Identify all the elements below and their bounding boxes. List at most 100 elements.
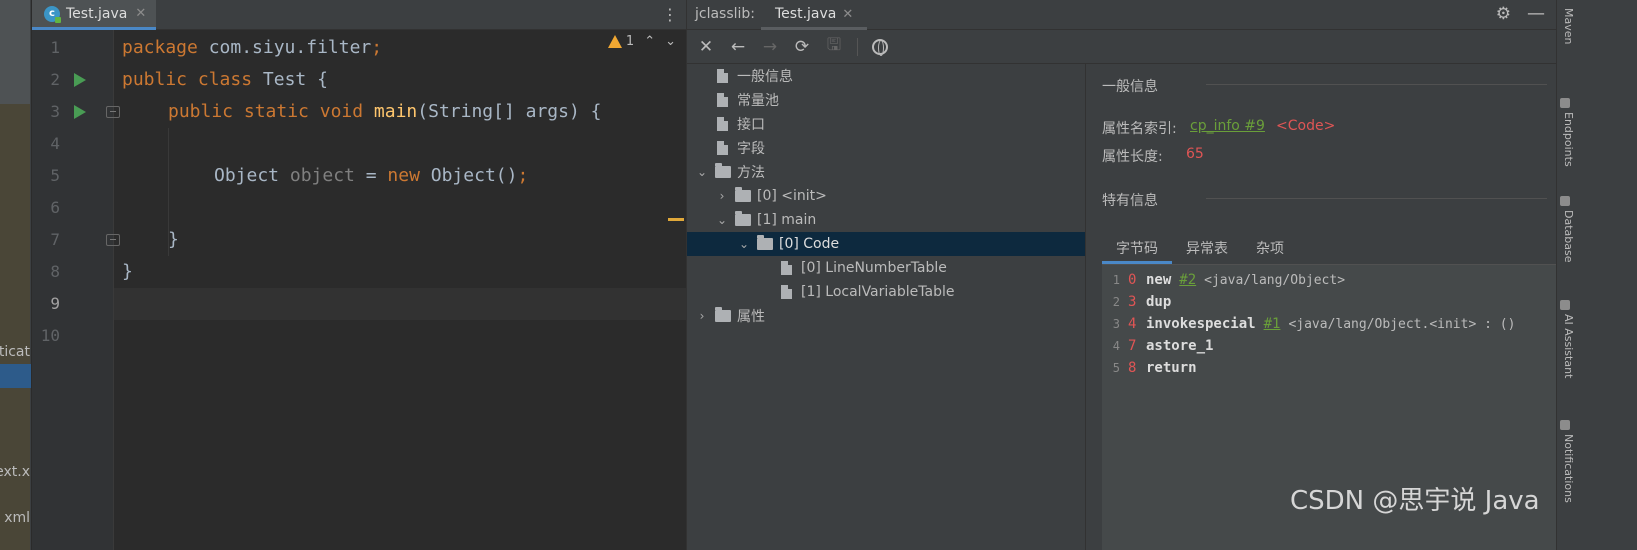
code-line-8: } <box>122 261 133 282</box>
tab-exception-table[interactable]: 异常表 <box>1172 234 1242 264</box>
forward-arrow-icon[interactable]: → <box>761 37 779 57</box>
strip-border <box>1556 0 1557 550</box>
section-divider <box>1206 198 1547 199</box>
project-file-label[interactable]: ticat <box>0 344 30 360</box>
constant-pool-link[interactable]: #2 <box>1179 272 1196 288</box>
more-options-icon[interactable]: ⋮ <box>662 5 678 25</box>
tool-window-title: jclasslib: <box>695 6 756 22</box>
tab-label: Test.java <box>66 5 128 22</box>
tab-misc[interactable]: 杂项 <box>1242 234 1298 264</box>
project-panel-selection[interactable] <box>0 364 31 388</box>
current-line-highlight <box>114 288 686 320</box>
code-line-3: public static void main(String[] args) { <box>168 101 602 122</box>
project-file-label[interactable]: ext.x <box>0 464 30 480</box>
code-editor: c Test.java ✕ ⋮ 1 2 3 4 5 6 7 8 9 10 pac… <box>32 0 686 550</box>
tab-jclasslib-test-java[interactable]: Test.java ✕ <box>761 0 868 30</box>
project-file-label[interactable]: xml <box>4 510 30 526</box>
project-panel-header <box>0 0 30 104</box>
database-icon[interactable] <box>1560 196 1570 206</box>
close-icon[interactable]: ✕ <box>842 7 853 22</box>
folder-icon <box>735 187 751 202</box>
tree-item-interfaces[interactable]: 接口 <box>697 112 765 136</box>
jclasslib-header: jclasslib: Test.java ✕ ⚙ — <box>687 0 1557 30</box>
section-divider <box>1206 84 1547 85</box>
class-structure-tree: 一般信息 常量池 接口 字段 ⌄ 方法 › [0] <init> ⌄ [1] main… <box>687 64 1085 550</box>
gear-icon[interactable]: ⚙ <box>1496 4 1511 24</box>
java-class-icon: c <box>44 5 61 23</box>
tree-item-constant-pool[interactable]: 常量池 <box>697 88 779 112</box>
run-icon[interactable] <box>74 73 86 87</box>
line-number: 1 <box>50 38 60 57</box>
attr-length-value: 65 <box>1186 146 1204 162</box>
detail-subtabs: 字节码 异常表 杂项 <box>1102 234 1298 264</box>
tree-item-attributes[interactable]: › 属性 <box>695 304 765 328</box>
ai-assistant-tool-button[interactable]: AI Assistant <box>1562 314 1575 378</box>
tree-item-method-init[interactable]: › [0] <init> <box>715 184 827 208</box>
tree-item-methods[interactable]: ⌄ 方法 <box>695 160 765 184</box>
notifications-icon[interactable] <box>1560 420 1570 430</box>
tree-item-local-variable-table[interactable]: [1] LocalVariableTable <box>781 280 954 304</box>
line-number: 5 <box>50 166 60 185</box>
globe-icon[interactable] <box>872 38 888 56</box>
close-icon[interactable]: ✕ <box>697 37 715 57</box>
folder-icon <box>757 235 773 250</box>
warning-marker[interactable] <box>668 218 684 221</box>
chevron-down-icon[interactable]: ⌄ <box>715 213 729 227</box>
file-icon <box>717 141 728 155</box>
chevron-down-icon[interactable]: ⌄ <box>695 165 709 179</box>
warning-icon[interactable] <box>607 35 622 48</box>
specific-info-header: 特有信息 <box>1102 193 1158 209</box>
previous-highlight-icon[interactable]: ⌃ <box>644 34 655 49</box>
chevron-down-icon[interactable]: ⌄ <box>737 237 751 251</box>
file-icon <box>781 261 792 275</box>
line-number: 10 <box>40 326 60 345</box>
attribute-details-pane: 一般信息 属性名索引: cp_info #9 <Code> 属性长度: 65 特… <box>1085 64 1558 550</box>
code-line-7: } <box>168 229 179 250</box>
tab-test-java[interactable]: c Test.java ✕ <box>32 0 156 30</box>
maven-tool-button[interactable]: Maven <box>1562 8 1575 44</box>
line-number: 7 <box>50 230 60 249</box>
code-line-2: public class Test { <box>122 69 328 90</box>
ai-assistant-icon[interactable] <box>1560 300 1570 310</box>
database-tool-button[interactable]: Database <box>1562 210 1575 263</box>
endpoints-icon[interactable] <box>1560 98 1570 108</box>
file-icon <box>717 117 728 131</box>
tree-item-method-main[interactable]: ⌄ [1] main <box>715 208 816 232</box>
tree-item-fields[interactable]: 字段 <box>697 136 765 160</box>
line-number: 4 <box>50 134 60 153</box>
back-arrow-icon[interactable]: ← <box>729 37 747 57</box>
attr-name-value: <Code> <box>1276 118 1336 134</box>
code-text-area[interactable]: package com.siyu.filter; public class Te… <box>114 30 686 550</box>
folder-icon <box>715 163 731 178</box>
close-icon[interactable]: ✕ <box>135 6 146 21</box>
notifications-tool-button[interactable]: Notifications <box>1562 434 1575 503</box>
file-icon <box>781 285 792 299</box>
editor-gutter: 1 2 3 4 5 6 7 8 9 10 <box>32 30 120 550</box>
project-panel-body <box>0 104 30 550</box>
chevron-right-icon[interactable]: › <box>695 309 709 323</box>
attr-name-index-label: 属性名索引: <box>1102 121 1177 137</box>
bytecode-row: 4 7 astore_1 <box>1112 338 1214 354</box>
bytecode-row: 5 8 return <box>1112 360 1197 376</box>
tree-item-code[interactable]: ⌄ [0] Code <box>687 232 1085 256</box>
inspection-widget[interactable]: 1 ⌃ ⌄ <box>607 34 686 49</box>
minimize-icon[interactable]: — <box>1527 3 1545 24</box>
next-highlight-icon[interactable]: ⌄ <box>665 34 676 49</box>
endpoints-tool-button[interactable]: Endpoints <box>1562 112 1575 167</box>
save-icon[interactable]: 🖫 <box>825 32 843 61</box>
attr-length-label: 属性长度: <box>1102 149 1163 165</box>
jclasslib-panel: jclasslib: Test.java ✕ ⚙ — ✕ ← → ⟳ 🖫 一般信息… <box>686 0 1558 550</box>
line-number: 3 <box>50 102 60 121</box>
constant-pool-link[interactable]: #1 <box>1264 316 1281 332</box>
right-tool-strip: Maven Endpoints Database AI Assistant No… <box>1556 0 1637 550</box>
watermark-text: CSDN @思宇说 Java <box>1290 486 1540 516</box>
refresh-icon[interactable]: ⟳ <box>793 37 811 57</box>
folder-icon <box>735 211 751 226</box>
tree-item-line-number-table[interactable]: [0] LineNumberTable <box>781 256 947 280</box>
chevron-right-icon[interactable]: › <box>715 189 729 203</box>
attr-name-index-link[interactable]: cp_info #9 <box>1190 118 1265 134</box>
tree-item-general[interactable]: 一般信息 <box>697 64 793 88</box>
tab-bytecode[interactable]: 字节码 <box>1102 234 1172 264</box>
run-icon[interactable] <box>74 105 86 119</box>
bytecode-row: 3 4 invokespecial #1 <java/lang/Object.<init… <box>1112 316 1516 332</box>
